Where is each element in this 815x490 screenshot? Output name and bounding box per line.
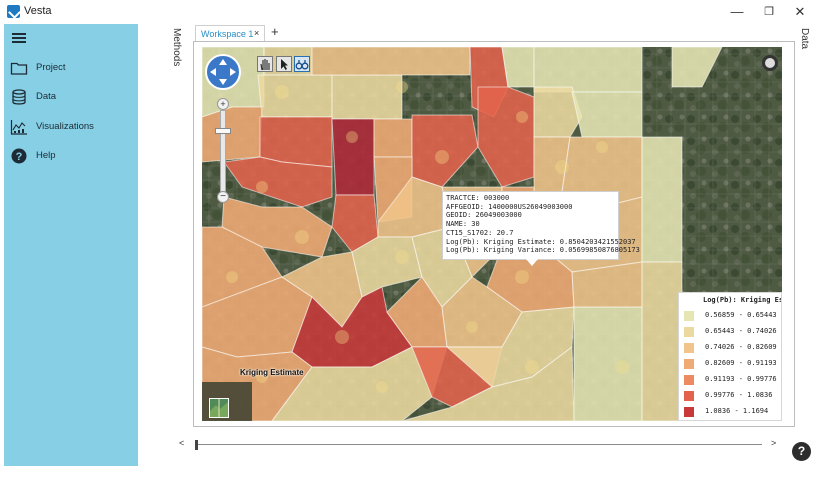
app-title: Vesta [24,5,52,17]
identify-tool-button[interactable] [294,56,310,72]
tooltip-line: CT15_S1702: 20.7 [446,228,514,237]
legend-swatch [684,375,694,385]
close-tab-icon[interactable]: × [254,28,259,38]
basemap-switcher[interactable] [209,398,229,418]
help-icon: ? [11,148,27,164]
sidebar-item-help[interactable]: ? Help [4,143,138,169]
sidebar-item-data[interactable]: Data [4,84,138,110]
select-tool-button[interactable] [276,56,292,72]
legend-label: 1.0836 - 1.1694 [705,407,769,415]
workspace-tab-bar: Workspace 1 × + [193,24,793,42]
timeline-track[interactable] [197,444,762,445]
tab-label: Workspace 1 [201,29,254,39]
basemap-thumbnail-icon [210,399,228,417]
legend-label: 0.82609 - 0.91193 [705,359,777,367]
legend-swatch [684,327,694,337]
zoom-out-button[interactable]: − [217,191,229,203]
legend-swatch [684,391,694,401]
tooltip-line: AFFGEOID: 1400000US26049003000 [446,202,573,211]
sidebar-item-label: Help [36,150,56,161]
sidebar-item-label: Project [36,62,66,73]
pan-control[interactable] [205,54,241,90]
zoom-slider-handle[interactable] [215,128,231,134]
timeline-handle[interactable] [195,440,198,450]
tooltip-line: GEOID: 26049003000 [446,211,522,220]
methods-panel-tab[interactable]: Methods [168,28,190,88]
vesta-logo-icon [7,5,20,18]
legend-label: 0.99776 - 1.0836 [705,391,773,399]
tab-workspace-1[interactable]: Workspace 1 × [195,25,265,42]
database-icon [12,89,26,105]
sidebar-item-project[interactable]: Project [4,55,138,81]
pan-tool-button[interactable] [257,56,273,72]
sidebar-item-label: Visualizations [36,121,94,132]
close-window-button[interactable]: ✕ [785,3,815,21]
tooltip-line: Log(Pb): Kriging Variance: 0.05699850876… [446,246,640,255]
chart-icon [10,120,27,135]
help-button[interactable]: ? [792,442,811,461]
title-bar: Vesta — ❐ ✕ [0,0,815,24]
legend-swatch [684,311,694,321]
hand-icon [260,59,270,71]
sidebar: Project Data Visualizations ? Help [4,24,138,466]
cursor-icon [281,59,288,70]
restore-button[interactable]: ❐ [754,3,784,21]
tooltip-pointer [526,259,538,266]
kriging-estimate-label: Kriging Estimate [240,368,304,377]
add-tab-button[interactable]: + [271,24,279,39]
svg-text:?: ? [16,151,23,163]
sidebar-item-visualizations[interactable]: Visualizations [4,114,138,140]
methods-tab-label: Methods [171,28,182,67]
pan-arrows-icon [210,59,236,85]
menu-icon[interactable] [12,33,26,43]
timeline-slider[interactable]: < > [175,437,780,453]
tooltip-line: TRACTCE: 003000 [446,194,510,202]
feature-tooltip: TRACTCE: 003000 AFFGEOID: 1400000US26049… [442,191,640,260]
binoculars-icon [295,60,309,70]
zoom-slider[interactable] [220,110,226,192]
legend-title: Log(Pb): Kriging Estimate [703,296,781,304]
minimize-button[interactable]: — [722,3,752,21]
timeline-prev-button[interactable]: < [179,438,184,448]
legend-swatch [684,407,694,417]
legend-label: 0.91193 - 0.99776 [705,375,777,383]
data-panel-tab[interactable]: Data [797,28,815,88]
timeline-next-button[interactable]: > [771,438,776,448]
legend-swatch [684,343,694,353]
map-legend: Log(Pb): Kriging Estimate 0.56859 - 0.65… [678,292,782,421]
data-tab-label: Data [799,28,810,50]
legend-label: 0.74026 - 0.82609 [705,343,777,351]
sidebar-item-label: Data [36,91,57,102]
legend-label: 0.56859 - 0.65443 [705,311,777,319]
legend-swatch [684,359,694,369]
folder-icon [10,62,28,75]
zoom-in-button[interactable]: + [217,98,229,110]
tooltip-line: NAME: 30 [446,220,480,229]
map-settings-button[interactable] [762,55,778,71]
legend-label: 0.65443 - 0.74026 [705,327,777,335]
tooltip-line: Log(Pb): Kriging Estimate: 0.85042034215… [446,237,636,246]
legend-item: 1.0836 - 1.1694 [681,403,781,420]
